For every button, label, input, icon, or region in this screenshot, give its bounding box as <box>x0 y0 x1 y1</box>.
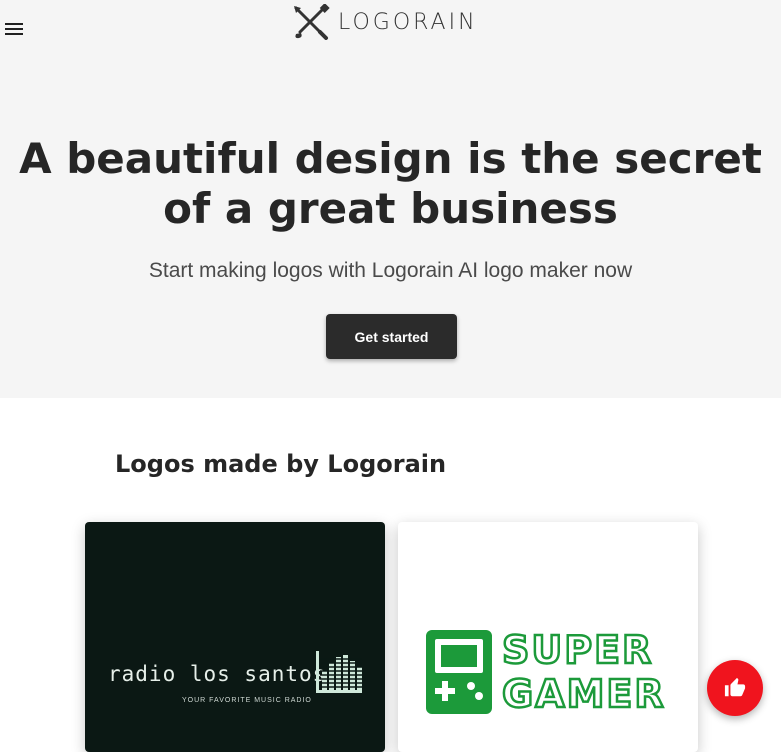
logo-card-super-gamer[interactable]: SUPER GAMER <box>398 522 698 752</box>
logo-card-radio-los-santos[interactable]: radio los santos YOUR FAVORITE MUSIC RAD… <box>85 522 385 752</box>
hero-section: LOGORAIN A beautiful design is the secre… <box>0 0 781 398</box>
super-gamer-line-2: GAMER <box>501 671 666 718</box>
get-started-button[interactable]: Get started <box>326 314 457 359</box>
headline-line-2: of a great business <box>163 184 618 233</box>
hero-subheadline: Start making logos with Logorain AI logo… <box>148 259 633 282</box>
hero-headline: A beautiful design is the secret of a gr… <box>0 134 781 234</box>
super-gamer-wordmark: SUPER GAMER <box>501 627 666 718</box>
site-logo[interactable]: LOGORAIN <box>292 4 478 40</box>
headline-line-1: A beautiful design is the secret <box>19 134 762 183</box>
radio-logo-tagline: YOUR FAVORITE MUSIC RADIO <box>182 697 312 704</box>
equalizer-bars-icon <box>316 651 362 693</box>
super-gamer-line-1: SUPER <box>501 627 654 674</box>
logo-wordmark: LOGORAIN <box>338 9 478 35</box>
handheld-console-icon <box>426 630 492 714</box>
thumbs-up-icon <box>724 677 746 697</box>
hamburger-menu-icon[interactable] <box>5 20 23 38</box>
radio-logo-name: radio los santos <box>108 662 327 686</box>
pencil-brush-cross-icon <box>294 4 330 40</box>
section-title: Logos made by Logorain <box>115 450 447 478</box>
like-button[interactable] <box>707 660 763 716</box>
